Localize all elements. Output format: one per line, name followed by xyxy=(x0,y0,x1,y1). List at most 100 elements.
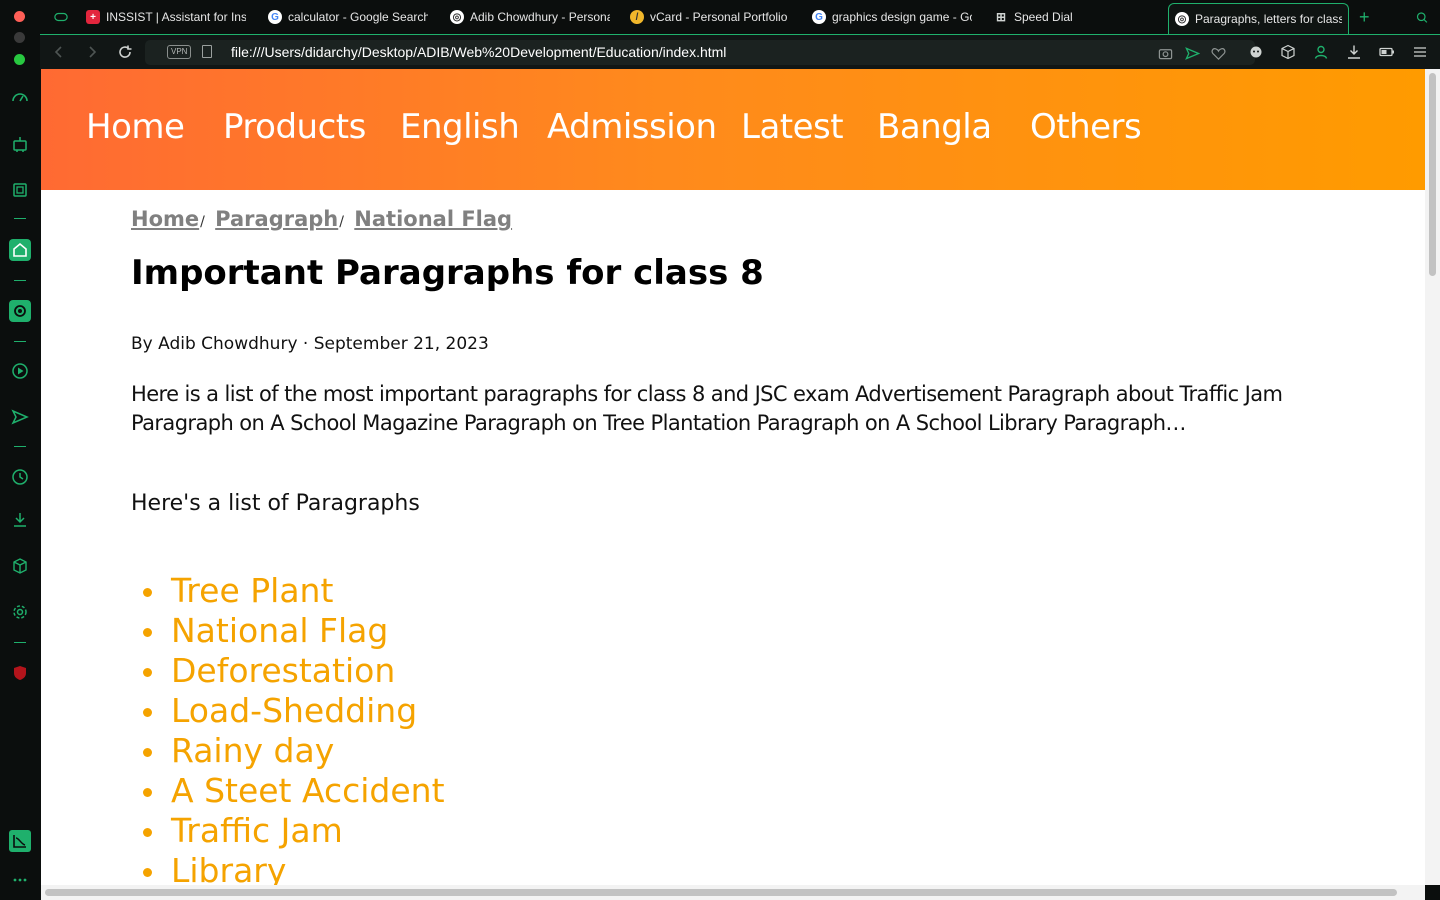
plus-icon: + xyxy=(1359,6,1370,27)
tab-adib-personal[interactable]: ◎ Adib Chowdhury - Personal xyxy=(444,4,616,30)
paragraph-link-traffic-jam[interactable]: Traffic Jam xyxy=(171,811,343,850)
paragraph-link-rainy-day[interactable]: Rainy day xyxy=(171,731,334,770)
forward-button[interactable] xyxy=(81,41,103,63)
breadcrumb-separator: / xyxy=(339,214,344,230)
bullet-icon xyxy=(143,588,152,597)
post-byline: By Adib Chowdhury · September 21, 2023 xyxy=(131,334,489,354)
gamepad-tab[interactable] xyxy=(48,4,72,30)
tab-label: Paragraphs, letters for class xyxy=(1195,12,1342,26)
tab-graphics-search[interactable]: G graphics design game - Goo xyxy=(806,4,978,30)
home-icon[interactable] xyxy=(9,239,31,261)
history-icon[interactable] xyxy=(9,466,31,488)
browser-toolbar: VPN file:///Users/didarchy/Desktop/ADIB/… xyxy=(40,34,1440,69)
tab-strip: + INSSIST | Assistant for Insta G calcul… xyxy=(40,0,1440,34)
paragraph-link-tree-plant[interactable]: Tree Plant xyxy=(171,571,333,610)
list-item: Traffic Jam xyxy=(131,811,445,851)
page-title: Important Paragraphs for class 8 xyxy=(131,253,764,293)
vpn-badge[interactable]: VPN xyxy=(167,45,192,59)
vcard-icon: / xyxy=(630,10,644,24)
paragraph-link-library[interactable]: Library xyxy=(171,851,286,885)
nav-latest[interactable]: Latest xyxy=(741,107,844,147)
horizontal-scrollbar[interactable] xyxy=(41,885,1425,900)
inssist-icon: + xyxy=(86,10,100,24)
battery-saver-button[interactable] xyxy=(1377,42,1397,62)
paragraph-list: Tree Plant National Flag Deforestation L… xyxy=(131,571,445,885)
back-button[interactable] xyxy=(48,41,70,63)
paragraph-link-national-flag[interactable]: National Flag xyxy=(171,611,388,650)
download-icon[interactable] xyxy=(9,509,31,531)
cube-icon[interactable] xyxy=(9,555,31,577)
intro-paragraph: Here is a list of the most important par… xyxy=(131,382,1283,435)
tab-paragraphs[interactable]: ◎ Paragraphs, letters for class xyxy=(1168,3,1349,34)
chatgpt-icon[interactable] xyxy=(9,300,31,322)
grid-icon: ⊞ xyxy=(995,10,1007,24)
chevron-left-icon xyxy=(54,46,62,58)
player-icon[interactable] xyxy=(9,360,31,382)
globe-icon: ◎ xyxy=(1175,12,1189,26)
list-item: Load-Shedding xyxy=(131,691,445,731)
tab-inssist[interactable]: + INSSIST | Assistant for Insta xyxy=(80,4,252,30)
ai-extension-button[interactable] xyxy=(1246,42,1266,62)
maximize-window-button[interactable] xyxy=(14,54,25,65)
chip-icon[interactable] xyxy=(9,179,31,201)
speedometer-icon[interactable] xyxy=(9,87,31,109)
vertical-scrollbar[interactable] xyxy=(1425,69,1440,885)
menu-icon xyxy=(1414,47,1426,57)
nav-admission[interactable]: Admission xyxy=(547,107,717,147)
download-icon xyxy=(1348,45,1360,59)
snapshot-button[interactable] xyxy=(1156,44,1174,62)
tab-label: INSSIST | Assistant for Insta xyxy=(106,10,246,24)
paragraph-link-deforestation[interactable]: Deforestation xyxy=(171,651,395,690)
breadcrumb-home[interactable]: Home xyxy=(131,207,199,231)
battery-icon xyxy=(1379,47,1394,57)
stats-icon[interactable] xyxy=(9,830,31,852)
ublock-icon[interactable] xyxy=(9,662,31,684)
tab-label: Speed Dial xyxy=(1014,10,1073,24)
site-navbar: Home Products English Admission Latest B… xyxy=(41,69,1425,190)
extensions-button[interactable] xyxy=(1278,42,1298,62)
address-bar[interactable]: VPN file:///Users/didarchy/Desktop/ADIB/… xyxy=(145,40,1255,65)
close-window-button[interactable] xyxy=(14,11,25,22)
bookmark-button[interactable] xyxy=(1209,44,1227,62)
page-icon[interactable] xyxy=(202,45,212,58)
send-icon[interactable] xyxy=(9,406,31,428)
nav-bangla[interactable]: Bangla xyxy=(877,107,992,147)
robot-icon xyxy=(1250,46,1262,58)
send-page-button[interactable] xyxy=(1183,44,1201,62)
profile-button[interactable] xyxy=(1311,42,1331,62)
robot-icon[interactable] xyxy=(9,133,31,155)
breadcrumb-national-flag[interactable]: National Flag xyxy=(354,207,512,231)
bullet-icon xyxy=(143,828,152,837)
page-viewport: Home Products English Admission Latest B… xyxy=(41,69,1425,885)
url-text[interactable]: file:///Users/didarchy/Desktop/ADIB/Web%… xyxy=(231,44,726,60)
nav-home[interactable]: Home xyxy=(86,107,185,147)
bullet-icon xyxy=(143,628,152,637)
settings-icon[interactable] xyxy=(9,601,31,623)
breadcrumb-paragraph[interactable]: Paragraph xyxy=(215,207,338,231)
new-tab-button[interactable]: + xyxy=(1353,4,1377,30)
camera-icon xyxy=(1158,48,1172,59)
vertical-scroll-thumb[interactable] xyxy=(1429,73,1436,276)
paragraph-link-load-shedding[interactable]: Load-Shedding xyxy=(171,691,417,730)
horizontal-scroll-thumb[interactable] xyxy=(45,889,1397,896)
minimize-window-button[interactable] xyxy=(14,32,25,43)
tab-label: vCard - Personal Portfolio xyxy=(650,10,788,24)
downloads-button[interactable] xyxy=(1344,42,1364,62)
tab-vcard[interactable]: / vCard - Personal Portfolio xyxy=(624,4,796,30)
tab-label: calculator - Google Search xyxy=(288,10,428,24)
more-icon[interactable] xyxy=(9,869,31,891)
search-tabs-button[interactable] xyxy=(1410,4,1434,30)
globe-icon: ◎ xyxy=(450,10,464,24)
tab-calculator-search[interactable]: G calculator - Google Search xyxy=(262,4,434,30)
nav-others[interactable]: Others xyxy=(1030,107,1142,147)
list-item: National Flag xyxy=(131,611,445,651)
google-icon: G xyxy=(268,10,282,24)
paragraph-link-street-accident[interactable]: A Steet Accident xyxy=(171,771,445,810)
tab-speed-dial[interactable]: ⊞ Speed Dial xyxy=(988,4,1160,30)
easy-setup-button[interactable] xyxy=(1410,42,1430,62)
nav-products[interactable]: Products xyxy=(223,107,366,147)
nav-english[interactable]: English xyxy=(400,107,520,147)
breadcrumb: Home/ Paragraph/ National Flag xyxy=(131,207,512,231)
reload-button[interactable] xyxy=(114,41,136,63)
user-icon xyxy=(1314,45,1328,59)
